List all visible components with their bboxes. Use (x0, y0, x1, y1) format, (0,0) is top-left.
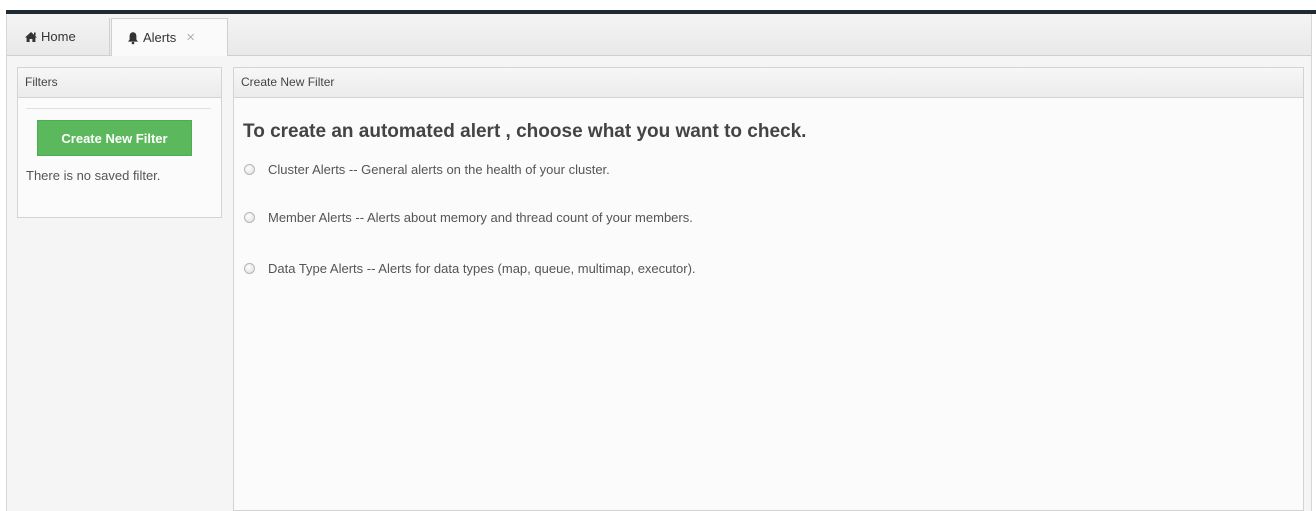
filters-panel: Filters Create New Filter There is no sa… (17, 67, 222, 218)
option-label: Member Alerts -- Alerts about memory and… (268, 210, 693, 225)
home-icon (24, 31, 38, 43)
option-data-type-alerts[interactable]: Data Type Alerts -- Alerts for data type… (244, 261, 696, 276)
tab-alerts-label: Alerts (143, 30, 177, 45)
divider (26, 108, 211, 109)
close-icon[interactable]: × (186, 29, 195, 46)
tab-bar: Home Alerts × (7, 14, 1311, 56)
radio-button[interactable] (244, 212, 255, 223)
tab-home-label: Home (41, 29, 76, 44)
option-cluster-alerts[interactable]: Cluster Alerts -- General alerts on the … (244, 162, 610, 177)
page-heading: To create an automated alert , choose wh… (243, 121, 807, 142)
app-frame: Home Alerts × Filters Create New Filter … (6, 14, 1312, 511)
filters-panel-title: Filters (18, 68, 221, 98)
bell-icon (126, 31, 140, 45)
tab-home[interactable]: Home (10, 18, 110, 55)
create-filter-panel-title: Create New Filter (234, 68, 1303, 98)
option-label: Cluster Alerts -- General alerts on the … (268, 162, 610, 177)
option-member-alerts[interactable]: Member Alerts -- Alerts about memory and… (244, 210, 693, 225)
tab-alerts[interactable]: Alerts × (111, 18, 228, 56)
create-new-filter-button[interactable]: Create New Filter (37, 120, 192, 156)
option-label: Data Type Alerts -- Alerts for data type… (268, 261, 696, 276)
radio-button[interactable] (244, 263, 255, 274)
create-filter-panel: Create New Filter To create an automated… (233, 67, 1304, 511)
empty-filters-message: There is no saved filter. (26, 168, 161, 183)
radio-button[interactable] (244, 164, 255, 175)
top-bar (0, 0, 1316, 14)
